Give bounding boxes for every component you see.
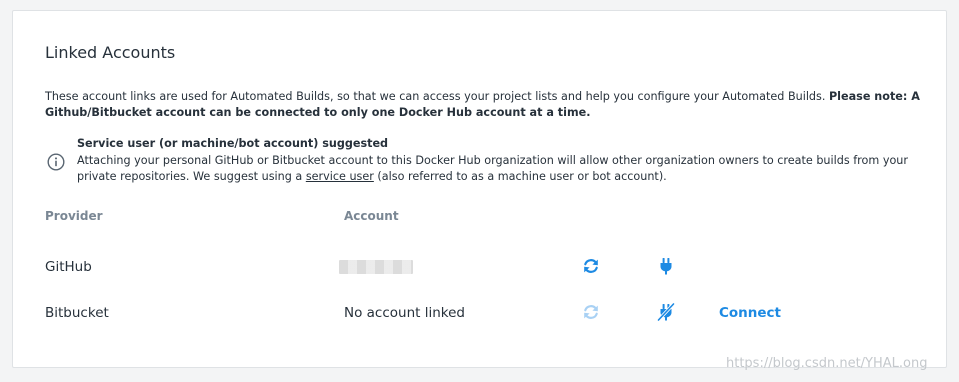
connect-bitbucket-button[interactable]: Connect xyxy=(719,305,781,321)
plug-icon[interactable] xyxy=(656,256,676,276)
unplugged-icon[interactable] xyxy=(656,302,676,322)
provider-bitbucket: Bitbucket xyxy=(45,305,109,321)
github-account-redacted xyxy=(339,260,413,274)
intro-paragraph: These account links are used for Automat… xyxy=(45,89,925,121)
column-header-provider: Provider xyxy=(45,209,103,223)
notice-body: Attaching your personal GitHub or Bitbuc… xyxy=(77,153,927,185)
bitbucket-account-status: No account linked xyxy=(344,305,465,321)
intro-text: These account links are used for Automat… xyxy=(45,90,829,103)
refresh-disabled-icon xyxy=(584,305,598,319)
provider-github: GitHub xyxy=(45,259,92,275)
linked-accounts-card: Linked Accounts These account links are … xyxy=(12,10,947,368)
watermark: https://blog.csdn.net/YHAL.ong xyxy=(726,356,928,371)
notice-title: Service user (or machine/bot account) su… xyxy=(77,137,389,150)
service-user-link[interactable]: service user xyxy=(306,170,374,183)
info-circle-icon xyxy=(47,153,65,171)
column-header-account: Account xyxy=(344,209,399,223)
notice-text-after: (also referred to as a machine user or b… xyxy=(373,170,667,183)
refresh-icon[interactable] xyxy=(581,256,601,276)
card-title: Linked Accounts xyxy=(45,43,176,62)
